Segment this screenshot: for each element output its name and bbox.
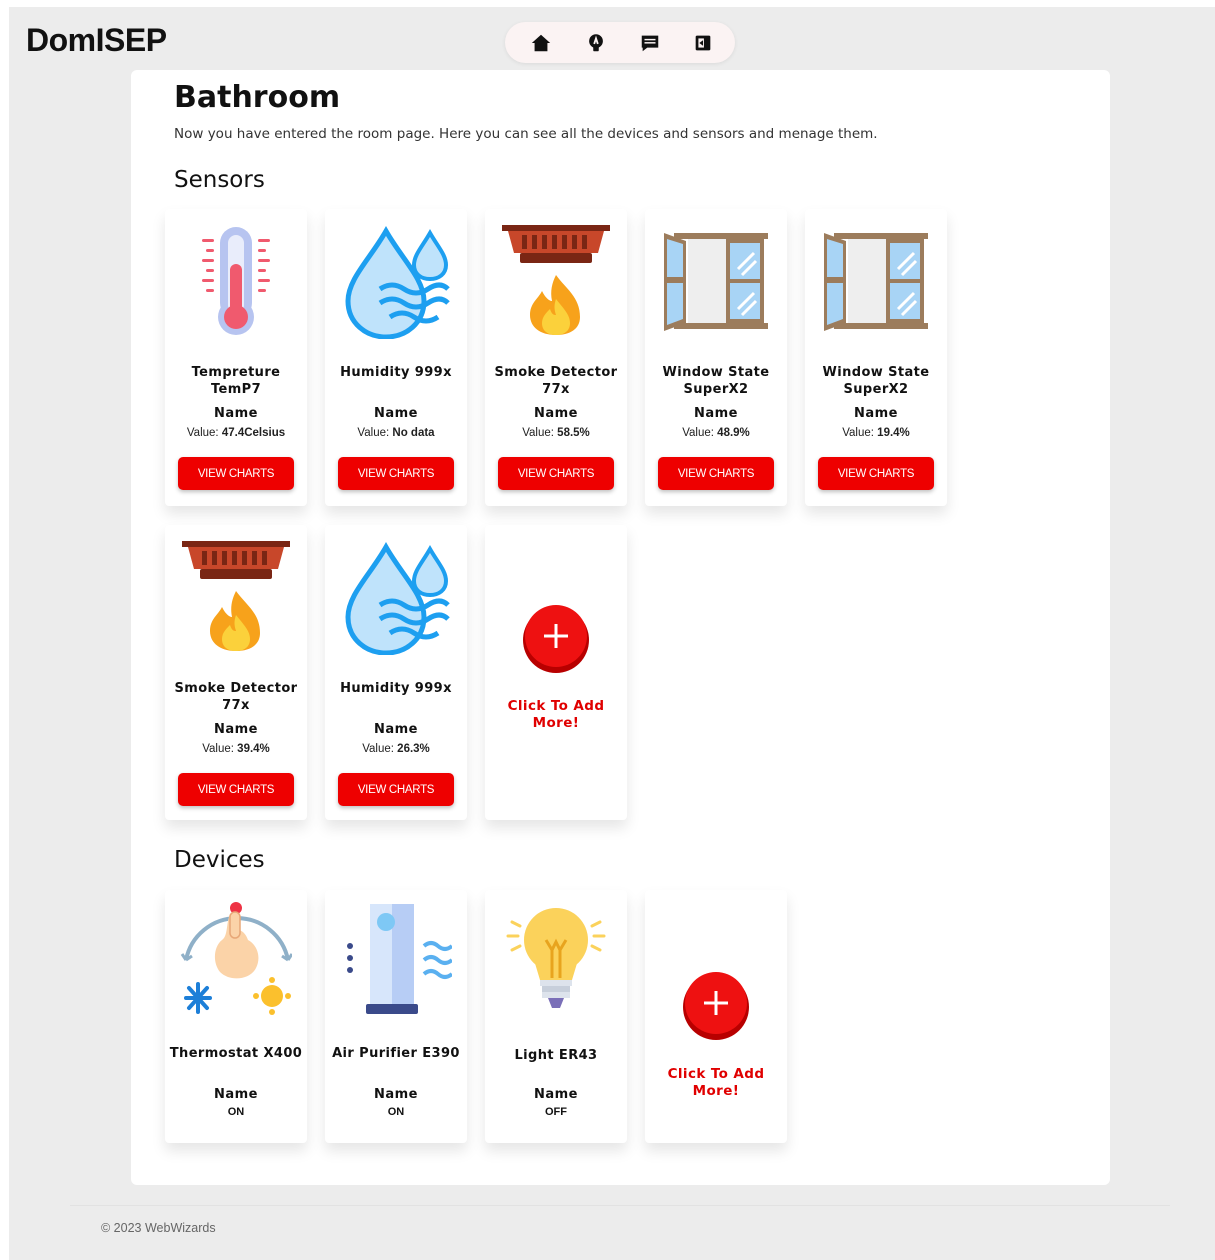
value-label: Value: bbox=[362, 743, 394, 755]
light-bulb-icon bbox=[500, 900, 612, 1020]
sensor-value: Value: 19.4% bbox=[805, 427, 947, 439]
device-state: OFF bbox=[545, 1106, 567, 1118]
add-more-label[interactable]: Click To Add More! bbox=[495, 698, 617, 732]
view-charts-button[interactable]: VIEW CHARTS bbox=[338, 457, 454, 490]
sensor-title: Humidity 999x bbox=[340, 681, 452, 696]
sensor-name: Name bbox=[693, 406, 738, 421]
sensor-card: Humidity 999x Name Value: No data VIEW C… bbox=[325, 209, 467, 506]
footer-divider bbox=[70, 1205, 1170, 1206]
device-name: Name bbox=[213, 1087, 258, 1102]
air-purifier-icon bbox=[340, 900, 452, 1020]
humidity-icon bbox=[340, 535, 452, 655]
value-label: Value: bbox=[202, 743, 234, 755]
sensor-name: Name bbox=[213, 722, 258, 737]
sensor-title: Window State SuperX2 bbox=[822, 365, 930, 397]
sensor-card: Smoke Detector 77x Name Value: 39.4% VIE… bbox=[165, 525, 307, 820]
value-label: Value: bbox=[186, 427, 219, 439]
sensor-value: Value: No data bbox=[325, 427, 467, 439]
sensor-title: Smoke Detector 77x bbox=[494, 365, 618, 397]
sensor-name: Name bbox=[213, 406, 258, 421]
value-label: Value: bbox=[522, 427, 554, 439]
sensor-card: Window State SuperX2 Name Value: 48.9% V… bbox=[645, 209, 787, 506]
sensor-value: Value: 47.4Celsius bbox=[165, 427, 307, 439]
value-label: Value: bbox=[357, 427, 390, 439]
value-text: 48.9% bbox=[717, 427, 750, 439]
value-text: No data bbox=[392, 427, 435, 439]
add-more-label[interactable]: Click To Add More! bbox=[655, 1066, 777, 1100]
value-label: Value: bbox=[682, 427, 714, 439]
thermometer-icon bbox=[180, 219, 292, 339]
page-title: Bathroom bbox=[174, 80, 341, 115]
sensors-title: Sensors bbox=[174, 167, 265, 193]
sensor-value: Value: 39.4% bbox=[165, 743, 307, 755]
app-logo[interactable]: DomISEP bbox=[26, 22, 167, 59]
device-title: Thermostat X400 bbox=[169, 1046, 303, 1061]
sensor-card: Humidity 999x Name Value: 26.3% VIEW CHA… bbox=[325, 525, 467, 820]
sensor-value: Value: 26.3% bbox=[325, 743, 467, 755]
device-state: ON bbox=[387, 1106, 405, 1118]
device-name: Name bbox=[533, 1087, 578, 1102]
device-title: Air Purifier E390 bbox=[332, 1046, 460, 1061]
view-charts-button[interactable]: VIEW CHARTS bbox=[658, 457, 774, 490]
message-icon[interactable] bbox=[639, 32, 661, 54]
page-description: Now you have entered the room page. Here… bbox=[174, 126, 878, 142]
sensor-name: Name bbox=[373, 406, 418, 421]
thermostat-icon bbox=[180, 900, 292, 1020]
view-charts-button[interactable]: VIEW CHARTS bbox=[178, 457, 294, 490]
device-card[interactable]: Thermostat X400 Name ON bbox=[165, 890, 307, 1143]
sensor-title: Tempreture TemP7 bbox=[191, 365, 281, 397]
footer-copyright: © 2023 WebWizards bbox=[101, 1221, 216, 1235]
sensor-name: Name bbox=[373, 722, 418, 737]
sensor-title: Smoke Detector 77x bbox=[174, 681, 298, 713]
add-icon[interactable] bbox=[521, 605, 591, 675]
smoke-detector-icon bbox=[180, 535, 292, 655]
device-card[interactable]: Air Purifier E390 Name ON bbox=[325, 890, 467, 1143]
view-charts-button[interactable]: VIEW CHARTS bbox=[818, 457, 934, 490]
value-text: 26.3% bbox=[397, 743, 430, 755]
devices-title: Devices bbox=[174, 847, 265, 873]
value-text: 47.4Celsius bbox=[221, 427, 286, 439]
device-title: Light ER43 bbox=[514, 1048, 598, 1063]
top-nav bbox=[505, 22, 735, 63]
device-name: Name bbox=[373, 1087, 418, 1102]
sensor-name: Name bbox=[853, 406, 898, 421]
sensor-card: Tempreture TemP7 Name Value: 47.4Celsius… bbox=[165, 209, 307, 506]
sensor-name: Name bbox=[533, 406, 578, 421]
window-icon bbox=[820, 219, 932, 339]
lightbulb-icon[interactable] bbox=[585, 32, 607, 54]
sensor-card: Smoke Detector 77x Name Value: 58.5% VIE… bbox=[485, 209, 627, 506]
sensor-title: Window State SuperX2 bbox=[662, 365, 770, 397]
humidity-icon bbox=[340, 219, 452, 339]
value-label: Value: bbox=[842, 427, 874, 439]
logout-icon[interactable] bbox=[692, 32, 714, 54]
home-icon[interactable] bbox=[530, 32, 552, 54]
value-text: 39.4% bbox=[237, 743, 270, 755]
window-icon bbox=[660, 219, 772, 339]
sensor-card: Window State SuperX2 Name Value: 19.4% V… bbox=[805, 209, 947, 506]
sensor-title: Humidity 999x bbox=[340, 365, 452, 380]
room-panel: Bathroom Now you have entered the room p… bbox=[131, 70, 1110, 1185]
add-icon[interactable] bbox=[681, 972, 751, 1042]
device-card[interactable]: Light ER43 Name OFF bbox=[485, 890, 627, 1143]
value-text: 19.4% bbox=[877, 427, 910, 439]
value-text: 58.5% bbox=[557, 427, 590, 439]
device-state: ON bbox=[227, 1106, 245, 1118]
smoke-detector-icon bbox=[500, 219, 612, 339]
sensor-value: Value: 58.5% bbox=[485, 427, 627, 439]
sensor-value: Value: 48.9% bbox=[645, 427, 787, 439]
view-charts-button[interactable]: VIEW CHARTS bbox=[178, 773, 294, 806]
view-charts-button[interactable]: VIEW CHARTS bbox=[498, 457, 614, 490]
add-device-card[interactable]: Click To Add More! bbox=[645, 890, 787, 1143]
add-sensor-card[interactable]: Click To Add More! bbox=[485, 525, 627, 820]
view-charts-button[interactable]: VIEW CHARTS bbox=[338, 773, 454, 806]
